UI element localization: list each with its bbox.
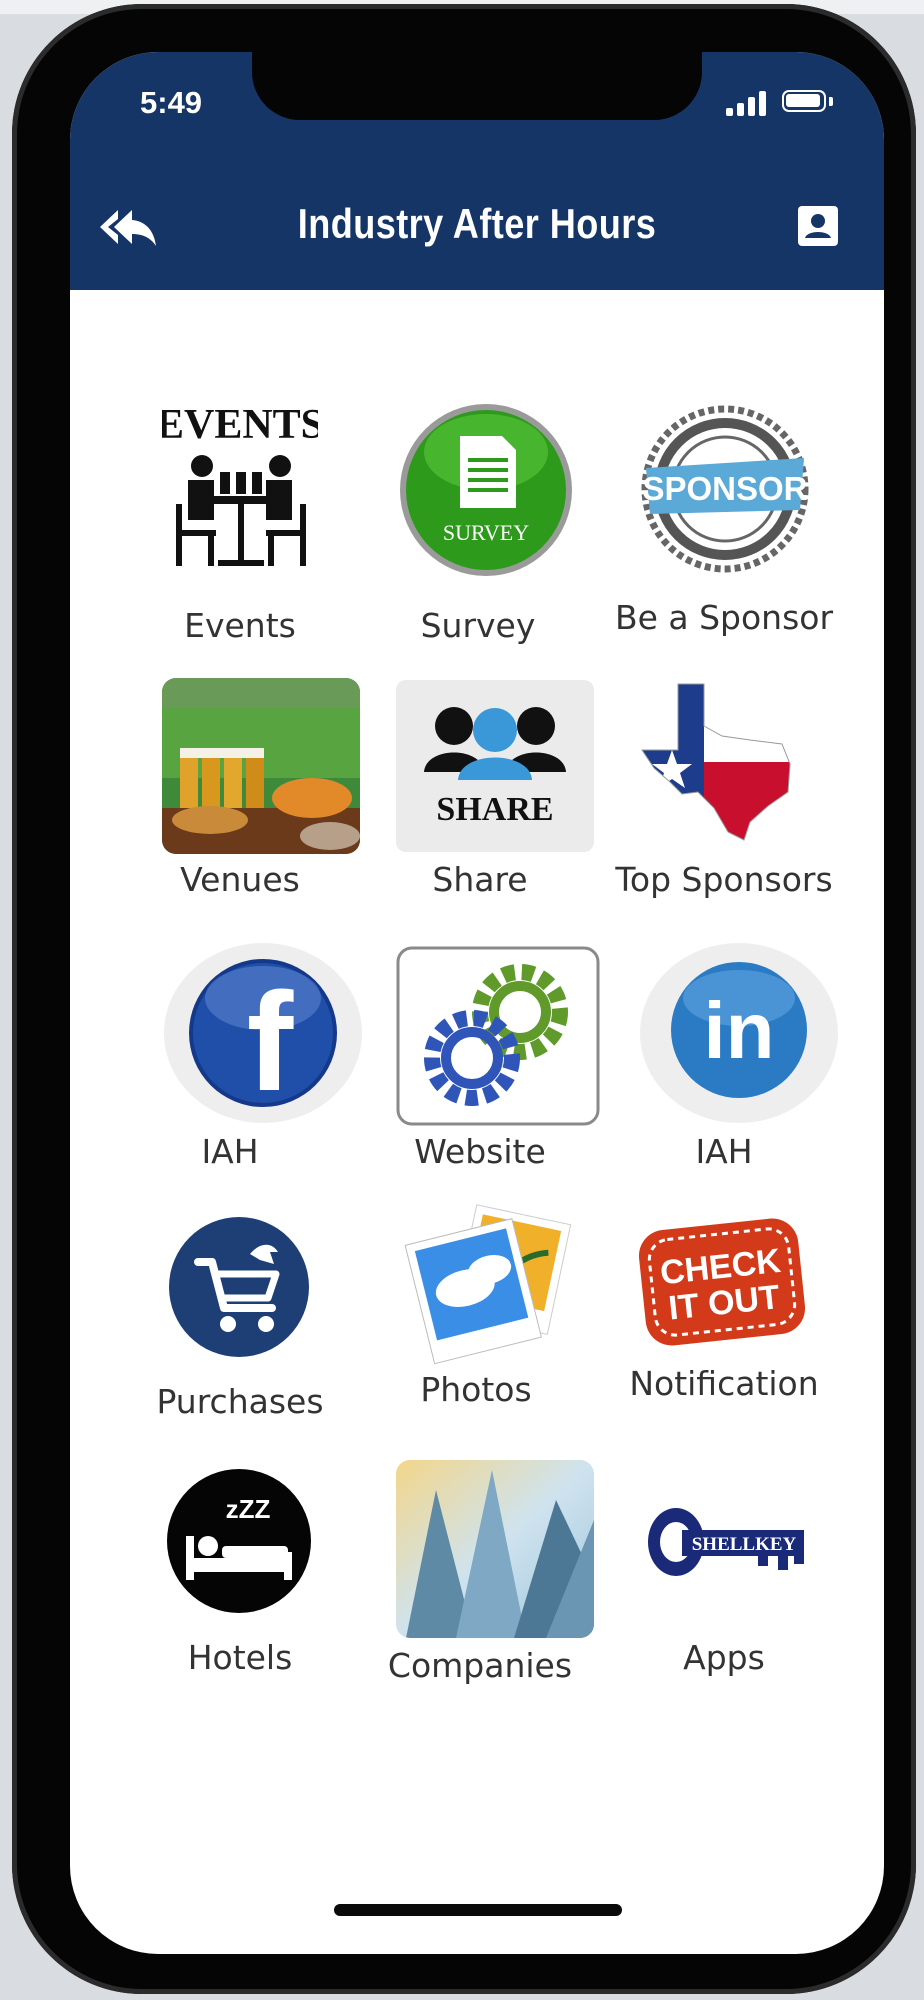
phone-frame: 5:49 Industry After Hours EVENTS Events … [12, 4, 916, 1994]
signal-icon [726, 90, 770, 116]
app-header: 5:49 Industry After Hours [70, 52, 884, 290]
tile-label: Website [414, 1132, 546, 1171]
linkedin-icon: in [640, 943, 838, 1123]
photos-icon [404, 1204, 572, 1365]
svg-text:SPONSOR: SPONSOR [642, 470, 807, 507]
venues-image [162, 678, 360, 854]
status-time: 5:49 [140, 85, 203, 120]
tile-label: Notification [629, 1364, 819, 1403]
tile-label: Events [184, 606, 296, 645]
sponsor-stamp-icon: SPONSOR [641, 405, 809, 573]
shellkey-logo: SHELLKEY [648, 1508, 804, 1576]
check-it-out-icon: CHECK IT OUT [638, 1218, 806, 1346]
tile-label: Photos [420, 1370, 532, 1409]
events-icon: EVENTS [162, 402, 318, 566]
sleeping-bed-icon: zZZ [167, 1469, 311, 1613]
tile-events[interactable]: EVENTS Events [110, 400, 370, 645]
tile-label: Venues [180, 860, 300, 899]
status-icons [726, 90, 836, 124]
cart-icon [169, 1217, 309, 1357]
svg-text:in: in [703, 986, 774, 1075]
svg-text:SURVEY: SURVEY [443, 520, 529, 545]
contact-card-icon [798, 206, 838, 246]
tile-label: Companies [387, 1646, 573, 1685]
texas-flag-icon [641, 683, 791, 841]
tile-label: Be a Sponsor [614, 598, 834, 637]
tile-label: Survey [420, 606, 536, 645]
battery-icon [782, 90, 826, 112]
gears-icon [396, 946, 600, 1126]
tile-label: Share [432, 860, 528, 899]
share-icon: SHARE [396, 680, 594, 852]
app-screen: 5:49 Industry After Hours EVENTS Events … [70, 52, 884, 1954]
tile-label: Purchases [156, 1382, 324, 1421]
profile-button[interactable] [796, 204, 840, 248]
facebook-icon: f [164, 943, 362, 1123]
skyscrapers-image [396, 1460, 594, 1638]
svg-text:zZZ: zZZ [226, 1494, 271, 1524]
tile-label: IAH [695, 1132, 753, 1171]
svg-text:EVENTS: EVENTS [162, 402, 318, 448]
survey-icon: SURVEY [400, 404, 572, 576]
page-title: Industry After Hours [297, 200, 657, 247]
home-indicator[interactable] [334, 1904, 622, 1916]
svg-text:SHARE: SHARE [436, 791, 553, 828]
tile-label: Apps [683, 1638, 765, 1677]
tile-label: Hotels [187, 1638, 293, 1677]
tile-label: Top Sponsors [615, 860, 833, 899]
svg-text:f: f [247, 963, 294, 1120]
notch [252, 52, 702, 120]
svg-text:SHELLKEY: SHELLKEY [692, 1534, 797, 1555]
tile-label: IAH [201, 1132, 259, 1171]
